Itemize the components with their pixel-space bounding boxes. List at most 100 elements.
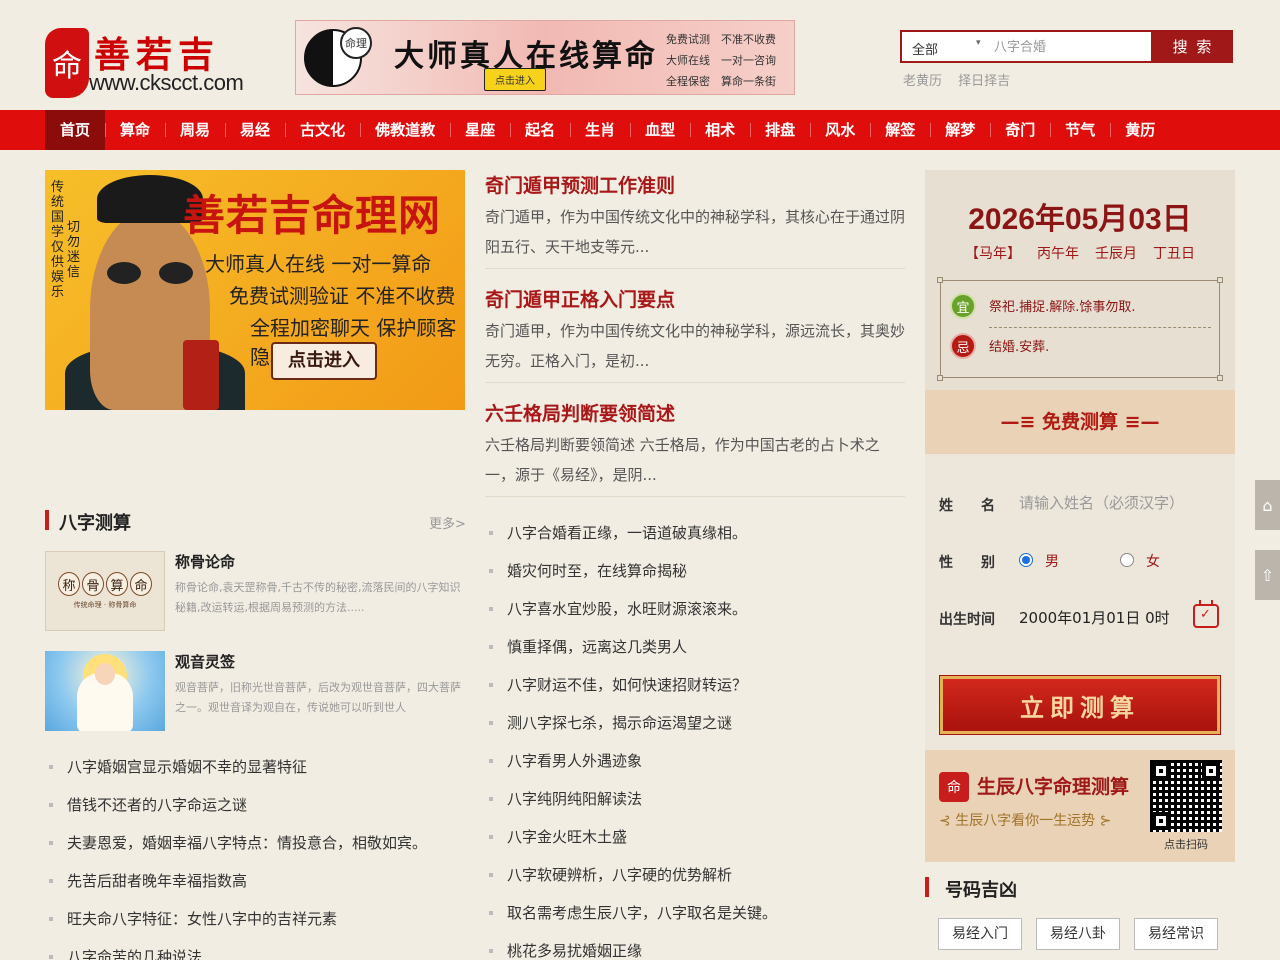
nav-item[interactable]: 易经 (225, 110, 285, 150)
nav-item[interactable]: 周易 (165, 110, 225, 150)
corner-ornament (937, 375, 943, 381)
list-item[interactable]: 八字软硬辨析，八字硬的优势解析 (485, 856, 905, 894)
name-label: 姓 名 (939, 498, 995, 514)
list-item[interactable]: 八字婚姻宫显示婚姻不幸的显著特征 (45, 748, 465, 786)
search-category-select[interactable]: 全部 (912, 39, 938, 58)
back-to-top-button[interactable]: ⇧ (1255, 550, 1280, 600)
home-float-button[interactable]: ⌂ (1255, 480, 1280, 530)
gender-female-label[interactable]: 女 (1146, 551, 1160, 571)
search-input[interactable] (994, 34, 1150, 60)
nav-item[interactable]: 黄历 (1110, 110, 1170, 150)
list-item[interactable]: 八字纯阴纯阳解读法 (485, 780, 905, 818)
list-item[interactable]: 桃花多易扰婚姻正缘 (485, 932, 905, 960)
nav-item[interactable]: 生肖 (570, 110, 630, 150)
gender-label: 性 别 (939, 555, 995, 571)
yi-text: 祭祀.捕捉.解除.馀事勿取. (989, 300, 1136, 315)
mid-article-list: 八字合婚看正缘，一语道破真缘相。 婚灾何时至，在线算命揭秘 八字喜水宜炒股，水旺财源… (485, 514, 905, 960)
bazi-form: 姓 名 性 别 男 女 出生时间 2000年01月01日 0时 立即测算 (925, 454, 1235, 750)
list-item[interactable]: 旺夫命八字特征：女性八字中的吉祥元素 (45, 900, 465, 938)
thumb-char: 命 (130, 572, 152, 596)
list-item[interactable]: 测八字探七杀，揭示命运渴望之谜 (485, 704, 905, 742)
nav-item[interactable]: 古文化 (285, 110, 360, 150)
list-item[interactable]: 婚灾何时至，在线算命揭秘 (485, 552, 905, 590)
tag-yijing-intro[interactable]: 易经入门 (938, 918, 1022, 950)
gender-female-radio[interactable] (1120, 553, 1134, 567)
gender-male-radio[interactable] (1019, 553, 1033, 567)
nav-item[interactable]: 星座 (450, 110, 510, 150)
submit-test-button[interactable]: 立即测算 (939, 675, 1221, 735)
search-button[interactable]: 搜 索 (1153, 30, 1233, 63)
hero-banner[interactable]: 传统国学仅供娱乐 切勿迷信 善若吉命理网 大师真人在线 一对一算命 免费试测验证… (45, 170, 465, 410)
promo-seal-icon: 命 (939, 772, 969, 802)
bazi-promo[interactable]: 命 生辰八字命理测算 ⊰ 生辰八字看你一生运势 ⊱ 点击扫码 (925, 750, 1235, 862)
divider (485, 382, 905, 383)
hero-line-1: 大师真人在线 一对一算命 (205, 252, 432, 276)
nav-item[interactable]: 风水 (810, 110, 870, 150)
qr-code[interactable] (1150, 760, 1222, 832)
yi-icon: 宜 (950, 293, 976, 319)
name-input[interactable] (1019, 491, 1219, 515)
card-title[interactable]: 称骨论命 (175, 551, 235, 572)
qr-finder (1202, 762, 1220, 780)
nav-item[interactable]: 奇门 (990, 110, 1050, 150)
list-item[interactable]: 八字合婚看正缘，一语道破真缘相。 (485, 514, 905, 552)
qr-label: 点击扫码 (1164, 838, 1208, 851)
top-ad-banner[interactable]: 命理 大师真人在线算命 点击进入 免费试测 不准不收费 大师在线 一对一咨询 全… (295, 20, 795, 95)
almanac-panel: 2026年05月03日 【马年】 丙午年 壬辰月 丁丑日 宜 祭祀.捕捉.解除.馀事勿… (925, 170, 1235, 390)
article-title[interactable]: 奇门遁甲预测工作准则 (485, 171, 675, 198)
section-title-bazi: 八字测算 (59, 513, 131, 534)
thumb-char: 算 (106, 572, 128, 596)
hero-figure-glasses (107, 262, 193, 284)
almanac-ganzhi: 【马年】 丙午年 壬辰月 丁丑日 (925, 243, 1235, 263)
list-item[interactable]: 八字看男人外遇迹象 (485, 742, 905, 780)
nav-item[interactable]: 起名 (510, 110, 570, 150)
article-title[interactable]: 六壬格局判断要领简述 (485, 399, 675, 426)
article-desc: 奇门遁甲，作为中国传统文化中的神秘学科，其核心在于通过阴阳五行、天干地支等元..… (485, 208, 906, 256)
nav-item[interactable]: 佛教道教 (360, 110, 450, 150)
logo-seal[interactable]: 命 (45, 28, 89, 98)
gender-male-label[interactable]: 男 (1045, 551, 1059, 571)
section-title-numbers: 号码吉凶 (945, 880, 1017, 901)
list-item[interactable]: 八字金火旺木土盛 (485, 818, 905, 856)
nav-item[interactable]: 解签 (870, 110, 930, 150)
more-link[interactable]: 更多> (429, 513, 466, 532)
card-thumbnail[interactable]: 称 骨 算 命 传统命理 · 称骨算命 (45, 551, 165, 631)
nav-item[interactable]: 算命 (105, 110, 165, 150)
nav-item[interactable]: 血型 (630, 110, 690, 150)
nav-item[interactable]: 相术 (690, 110, 750, 150)
deco-right: ≡— (1124, 411, 1160, 433)
nav-item[interactable]: 首页 (45, 110, 106, 150)
nav-item[interactable]: 节气 (1050, 110, 1110, 150)
list-item[interactable]: 夫妻恩爱，婚姻幸福八字特点：情投意合，相敬如宾。 (45, 824, 465, 862)
nav-item[interactable]: 解梦 (930, 110, 990, 150)
card-title[interactable]: 观音灵签 (175, 651, 235, 672)
banner-enter-button[interactable]: 点击进入 (484, 68, 546, 91)
list-item[interactable]: 先苦后甜者晚年幸福指数高 (45, 862, 465, 900)
tag-list: 易经入门 易经八卦 易经常识 (938, 918, 1218, 950)
bazi-article-list: 八字婚姻宫显示婚姻不幸的显著特征 借钱不还者的八字命运之谜 夫妻恩爱，婚姻幸福八字特… (45, 748, 465, 960)
divider (485, 268, 905, 269)
qr-finder (1152, 762, 1170, 780)
nav-item[interactable]: 排盘 (750, 110, 810, 150)
list-item[interactable]: 八字财运不佳，如何快速招财转运？ (485, 666, 905, 704)
logo-url[interactable]: www.ckscct.com (89, 70, 244, 96)
calendar-icon[interactable] (1193, 600, 1219, 628)
section-bar (45, 510, 49, 530)
banner-stamp: 命理 (340, 27, 372, 59)
list-item[interactable]: 取名需考虑生辰八字，八字取名是关键。 (485, 894, 905, 932)
fortune-stick-jar (183, 340, 219, 410)
tag-yijing-basics[interactable]: 易经常识 (1134, 918, 1218, 950)
tag-yijing-bagua[interactable]: 易经八卦 (1036, 918, 1120, 950)
birth-datetime-field[interactable]: 2000年01月01日 0时 (1019, 607, 1170, 628)
list-item[interactable]: 八字喜水宜炒股，水旺财源滚滚来。 (485, 590, 905, 628)
list-item[interactable]: 八字命苦的几种说法 (45, 938, 465, 960)
chevron-down-icon[interactable]: ▾ (976, 38, 981, 48)
list-item[interactable]: 慎重择偶，远离这几类男人 (485, 628, 905, 666)
card-thumbnail[interactable] (45, 651, 165, 731)
list-item[interactable]: 借钱不还者的八字命运之谜 (45, 786, 465, 824)
quick-link-zeri[interactable]: 择日择吉 (958, 74, 1010, 89)
quick-link-huangli[interactable]: 老黄历 (903, 74, 942, 89)
promo-subtitle: ⊰ 生辰八字看你一生运势 ⊱ (939, 813, 1112, 829)
hero-enter-button[interactable]: 点击进入 (271, 342, 377, 380)
article-title[interactable]: 奇门遁甲正格入门要点 (485, 285, 675, 312)
